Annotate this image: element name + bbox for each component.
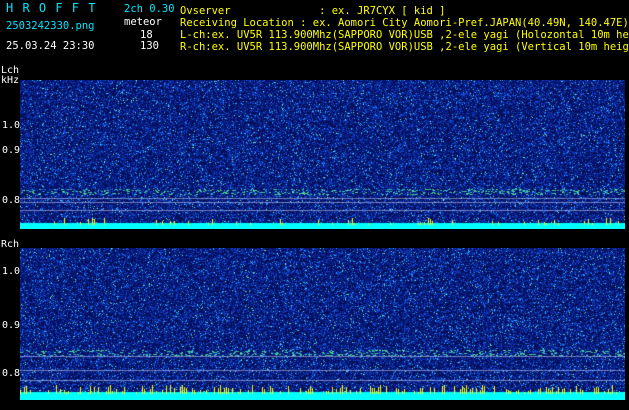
filename-label: 2503242330.png [6, 20, 95, 32]
observer-line: Ovserver : ex. JR7CYX [ kid ] [180, 5, 446, 17]
rch-ytick-0-9: 0.9 [2, 320, 21, 331]
rch-ytick-0-8: 0.8 [2, 368, 21, 379]
app-logo: H R O F F T [6, 1, 97, 15]
rch-channel-label: Rch [1, 239, 20, 250]
rch-config-line: R-ch:ex. UV5R 113.900Mhz(SAPPORO VOR)USB… [180, 41, 629, 53]
location-line: Receiving Location : ex. Aomori City Aom… [180, 17, 629, 29]
rch-ytick-1-0: 1.0 [2, 266, 21, 277]
frequency-unit-label: kHz [1, 75, 20, 86]
hrofft-window: H R O F F T 2503242330.png 25.03.24 23:3… [0, 0, 629, 410]
mode-label: 2ch 0.30 [124, 3, 175, 15]
lch-ytick-0-9: 0.9 [2, 145, 21, 156]
lch-spectrogram [20, 80, 625, 229]
rch-spectrogram [20, 248, 625, 400]
lch-ytick-0-8: 0.8 [2, 195, 21, 206]
lch-ytick-1-0: 1.0 [2, 120, 21, 131]
meteor-label: meteor [124, 16, 162, 28]
lch-config-line: L-ch:ex. UV5R 113.900Mhz(SAPPORO VOR)USB… [180, 29, 629, 41]
rch-meteor-count: 130 [140, 40, 159, 52]
datetime-label: 25.03.24 23:30 [6, 40, 95, 52]
